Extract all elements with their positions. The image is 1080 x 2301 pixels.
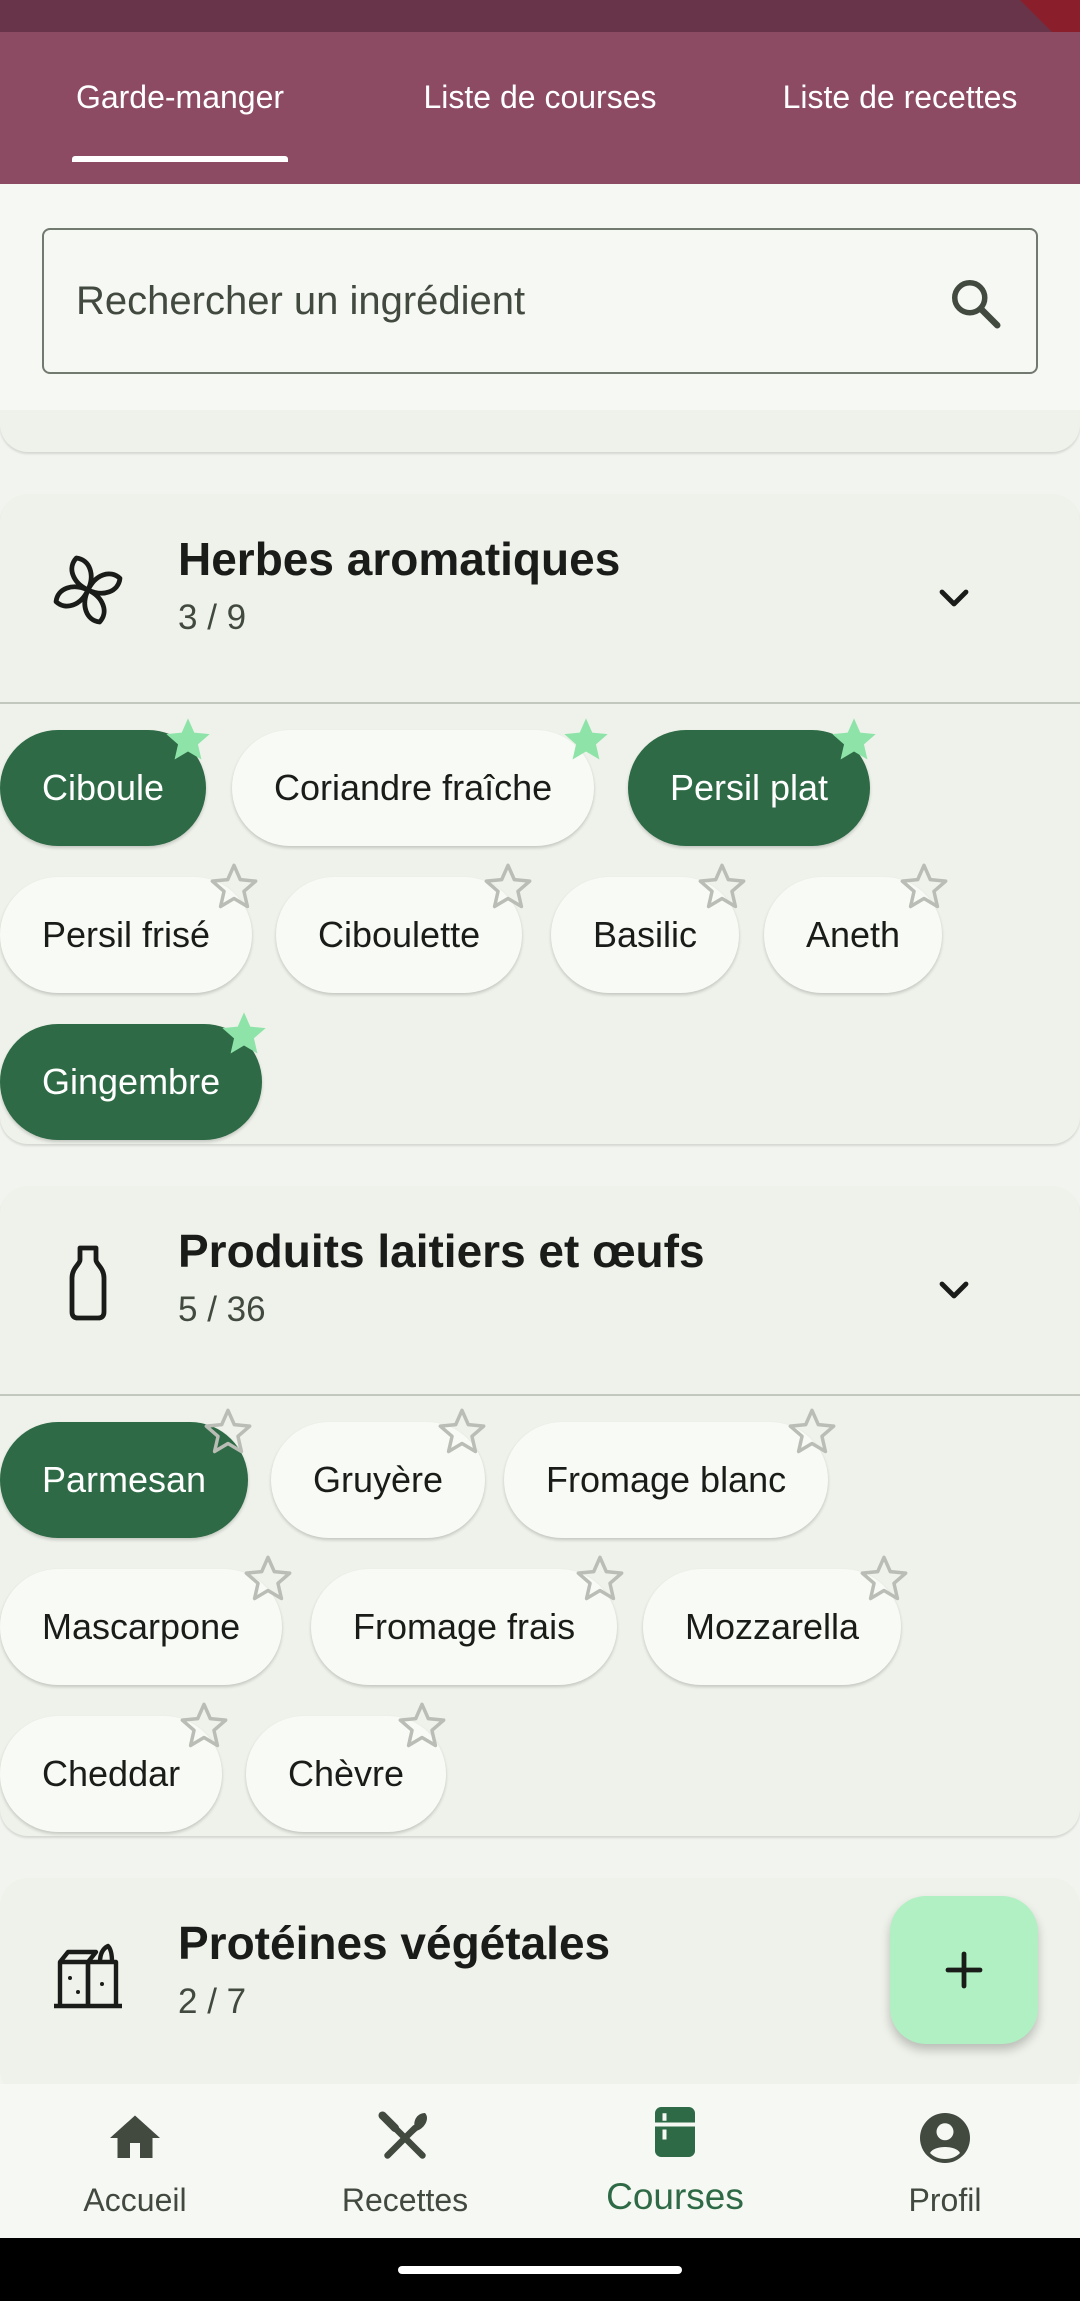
- category-card-previous: [0, 410, 1080, 452]
- status-bar: [0, 0, 1080, 32]
- star-outline-icon[interactable]: [202, 1406, 254, 1458]
- category-count: 3 / 9: [178, 598, 247, 637]
- chip-label: Ciboulette: [318, 914, 481, 955]
- bottom-navigation: Accueil Recettes Courses Profil: [0, 2084, 1080, 2238]
- chip-label: Cheddar: [42, 1753, 181, 1794]
- chip-label: Persil frisé: [42, 914, 211, 955]
- tab-bar: Garde-manger Liste de courses Liste de r…: [0, 32, 1080, 164]
- chip-label: Mascarpone: [42, 1606, 241, 1647]
- home-icon: [110, 2115, 160, 2158]
- herb-icon: [53, 555, 123, 625]
- category-title: Protéines végétales: [178, 1917, 611, 1969]
- tab-liste-de-courses[interactable]: Liste de courses: [360, 32, 720, 162]
- tofu-icon: [54, 1943, 122, 2009]
- chip-label: Persil plat: [670, 767, 829, 808]
- system-navigation-bar: [0, 2238, 1080, 2301]
- category-title: Produits laitiers et œufs: [178, 1225, 705, 1277]
- chevron-down-icon[interactable]: [930, 574, 978, 622]
- nav-label: Profil: [908, 2182, 982, 2218]
- chip-fromage-blanc[interactable]: Fromage blanc: [504, 1422, 829, 1538]
- chip-label: Gruyère: [313, 1459, 444, 1500]
- category-divider: [0, 702, 1080, 704]
- star-outline-icon[interactable]: [696, 861, 748, 913]
- nav-label: Courses: [606, 2176, 744, 2217]
- tab-liste-de-recettes[interactable]: Liste de recettes: [720, 32, 1080, 162]
- app-bar-bottom: [0, 162, 1080, 184]
- chip-label: Gingembre: [42, 1061, 221, 1102]
- star-outline-icon[interactable]: [898, 861, 950, 913]
- home-indicator[interactable]: [398, 2266, 682, 2274]
- chip-label: Fromage frais: [353, 1606, 576, 1647]
- chip-label: Chèvre: [288, 1753, 405, 1794]
- chip-label: Coriandre fraîche: [274, 767, 553, 808]
- category-divider: [0, 1394, 1080, 1396]
- search-field[interactable]: [42, 228, 1038, 374]
- chip-label: Parmesan: [42, 1459, 207, 1500]
- search-section: [0, 184, 1080, 414]
- star-outline-icon[interactable]: [208, 861, 260, 913]
- category-card-produits-laitiers: Produits laitiers et œufs 5 / 36 Parmesa…: [0, 1186, 1080, 1836]
- nav-item-profil[interactable]: Profil: [810, 2084, 1080, 2238]
- tab-garde-manger[interactable]: Garde-manger: [0, 32, 360, 162]
- star-outline-icon[interactable]: [574, 1553, 626, 1605]
- category-header[interactable]: Produits laitiers et œufs 5 / 36: [0, 1186, 1080, 1396]
- chip-label: Aneth: [806, 914, 901, 955]
- nav-item-accueil[interactable]: Accueil: [0, 2084, 270, 2238]
- tab-label: Liste de recettes: [782, 78, 1018, 115]
- category-card-herbes: Herbes aromatiques 3 / 9 Ciboule Coriand…: [0, 494, 1080, 1144]
- chip-label: Fromage blanc: [546, 1459, 787, 1500]
- nav-label: Accueil: [83, 2182, 187, 2218]
- star-filled-icon[interactable]: [218, 1008, 270, 1060]
- search-icon[interactable]: [946, 274, 1006, 334]
- nav-item-courses[interactable]: Courses: [540, 2084, 810, 2238]
- category-count: 5 / 36: [178, 1290, 266, 1329]
- nav-label: Recettes: [341, 2182, 469, 2218]
- fridge-icon: [655, 2107, 695, 2157]
- star-outline-icon[interactable]: [482, 861, 534, 913]
- search-input[interactable]: [76, 278, 936, 324]
- plus-icon: [945, 1951, 983, 1989]
- star-filled-icon[interactable]: [162, 714, 214, 766]
- nav-item-recettes[interactable]: Recettes: [270, 2084, 540, 2238]
- star-outline-icon[interactable]: [786, 1406, 838, 1458]
- star-filled-icon[interactable]: [560, 714, 612, 766]
- star-outline-icon[interactable]: [436, 1406, 488, 1458]
- star-outline-icon[interactable]: [858, 1553, 910, 1605]
- tab-label: Garde-manger: [75, 78, 285, 115]
- chip-label: Basilic: [593, 914, 698, 955]
- chip-fromage-frais[interactable]: Fromage frais: [311, 1569, 618, 1685]
- category-count: 2 / 7: [178, 1982, 247, 2021]
- star-outline-icon[interactable]: [242, 1553, 294, 1605]
- utensils-icon: [378, 2111, 428, 2159]
- chip-coriandre-fraiche[interactable]: Coriandre fraîche: [232, 730, 595, 846]
- tab-label: Liste de courses: [423, 78, 657, 115]
- star-outline-icon[interactable]: [396, 1700, 448, 1752]
- star-outline-icon[interactable]: [178, 1700, 230, 1752]
- milk-bottle-icon: [69, 1245, 107, 1321]
- star-filled-icon[interactable]: [828, 714, 880, 766]
- chip-label: Ciboule: [42, 767, 165, 808]
- chevron-down-icon[interactable]: [930, 1266, 978, 1314]
- chip-mascarpone[interactable]: Mascarpone: [0, 1569, 283, 1685]
- category-title: Herbes aromatiques: [178, 533, 621, 585]
- category-header[interactable]: Herbes aromatiques 3 / 9: [0, 494, 1080, 704]
- chip-label: Mozzarella: [685, 1606, 860, 1647]
- profile-icon: [920, 2113, 970, 2163]
- add-ingredient-fab[interactable]: [890, 1896, 1038, 2044]
